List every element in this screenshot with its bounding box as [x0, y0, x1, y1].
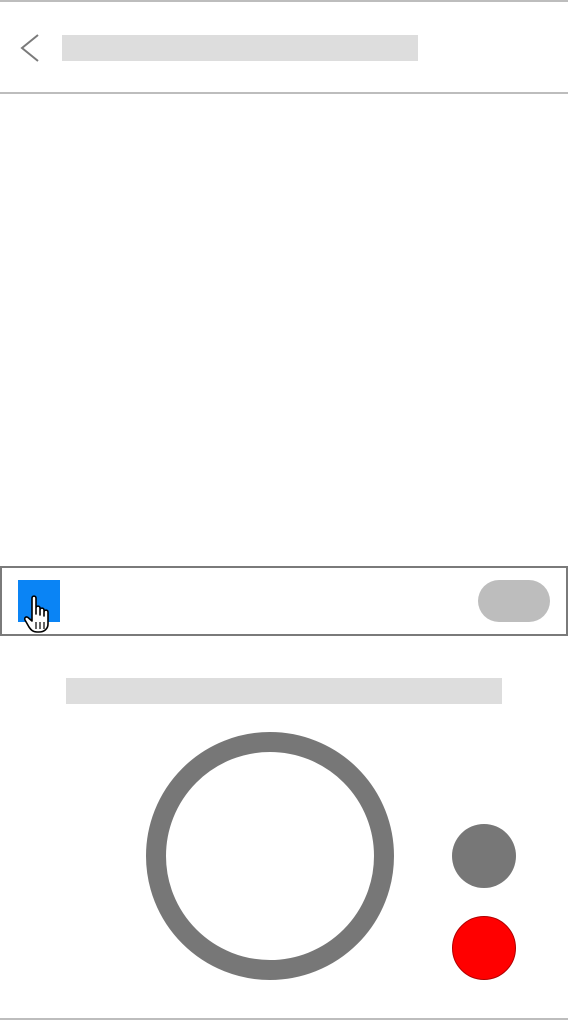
toolbar [0, 566, 568, 636]
shutter-button[interactable] [146, 732, 394, 980]
page-title [62, 35, 418, 61]
select-button[interactable] [18, 580, 60, 633]
chevron-left-icon [20, 34, 39, 62]
record-button[interactable] [452, 916, 516, 980]
preview-area [0, 96, 568, 566]
back-button[interactable] [14, 30, 48, 66]
caption-text [66, 678, 502, 704]
secondary-button[interactable] [452, 824, 516, 888]
top-bar [0, 2, 568, 94]
app-screen [0, 0, 568, 1020]
hand-pointer-icon [24, 595, 49, 633]
toggle-switch[interactable] [478, 580, 550, 622]
